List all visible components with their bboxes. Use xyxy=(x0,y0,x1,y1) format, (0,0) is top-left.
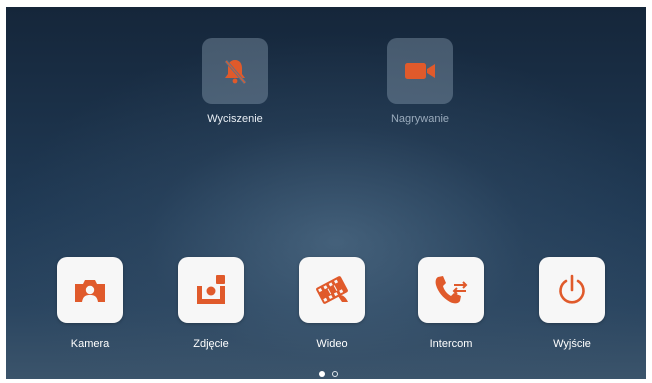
mute-label: Wyciszenie xyxy=(207,113,263,125)
photo-label: Zdjęcie xyxy=(193,338,229,350)
power-icon xyxy=(559,274,585,304)
home-screen: Wyciszenie Nagrywanie Kamera Zdjęcie Wid… xyxy=(6,7,646,379)
video-camera-icon xyxy=(405,63,435,79)
mute-button[interactable] xyxy=(202,38,268,104)
video-button[interactable] xyxy=(299,257,365,323)
page-dot-2[interactable] xyxy=(332,371,338,377)
phone-transfer-icon xyxy=(435,276,468,304)
app-photo[interactable]: Zdjęcie xyxy=(156,257,266,350)
app-camera[interactable]: Kamera xyxy=(35,257,145,350)
app-video[interactable]: Wideo xyxy=(277,257,387,350)
intercom-label: Intercom xyxy=(429,338,473,350)
page-indicator xyxy=(319,371,338,377)
bell-muted-icon xyxy=(224,60,247,84)
camera-label: Kamera xyxy=(70,338,110,350)
record-button[interactable] xyxy=(387,38,453,104)
film-icon xyxy=(316,276,348,304)
exit-label: Wyjście xyxy=(553,338,591,350)
app-intercom[interactable]: Intercom xyxy=(396,257,506,350)
app-exit[interactable]: Wyjście xyxy=(517,257,627,350)
intercom-button[interactable] xyxy=(418,257,484,323)
photo-button[interactable] xyxy=(178,257,244,323)
photo-icon xyxy=(197,275,225,304)
record-action[interactable]: Nagrywanie xyxy=(365,38,475,125)
camera-button[interactable] xyxy=(57,257,123,323)
exit-button[interactable] xyxy=(539,257,605,323)
record-label: Nagrywanie xyxy=(390,113,450,125)
page-dot-1[interactable] xyxy=(319,371,325,377)
camera-icon xyxy=(75,280,105,302)
video-label: Wideo xyxy=(316,338,348,350)
mute-action[interactable]: Wyciszenie xyxy=(180,38,290,125)
